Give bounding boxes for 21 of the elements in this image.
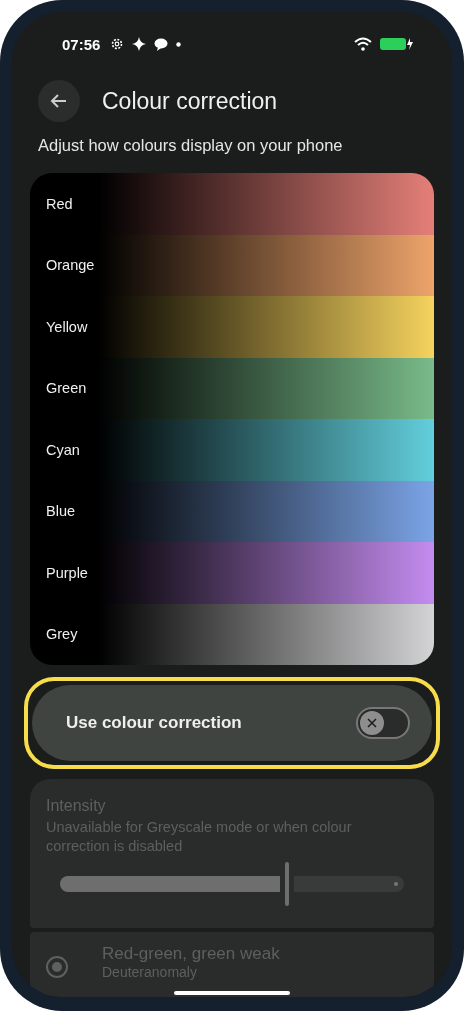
colour-label: Yellow: [46, 318, 88, 335]
colour-label: Purple: [46, 564, 88, 581]
page-subtitle: Adjust how colours display on your phone: [38, 136, 344, 155]
colour-label: Green: [46, 380, 87, 397]
dot-icon: [176, 41, 182, 47]
status-time: 07:56: [62, 35, 101, 53]
colour-label: Red: [46, 195, 73, 212]
page-title: Colour correction: [102, 87, 278, 115]
colour-label: Grey: [46, 626, 78, 643]
wifi-icon: [354, 37, 372, 51]
colour-label: Orange: [46, 257, 95, 274]
colour-label: Blue: [46, 503, 76, 520]
gear-icon: [110, 37, 125, 51]
battery-icon: [380, 37, 414, 51]
toggle-label: Use colour correction: [66, 713, 243, 733]
close-icon: [366, 717, 378, 729]
back-button[interactable]: [38, 80, 80, 122]
colour-label: Cyan: [46, 441, 80, 458]
sparkle-icon: [132, 37, 147, 51]
chat-bubble-icon: [154, 37, 169, 51]
toggle-switch[interactable]: [356, 707, 410, 739]
